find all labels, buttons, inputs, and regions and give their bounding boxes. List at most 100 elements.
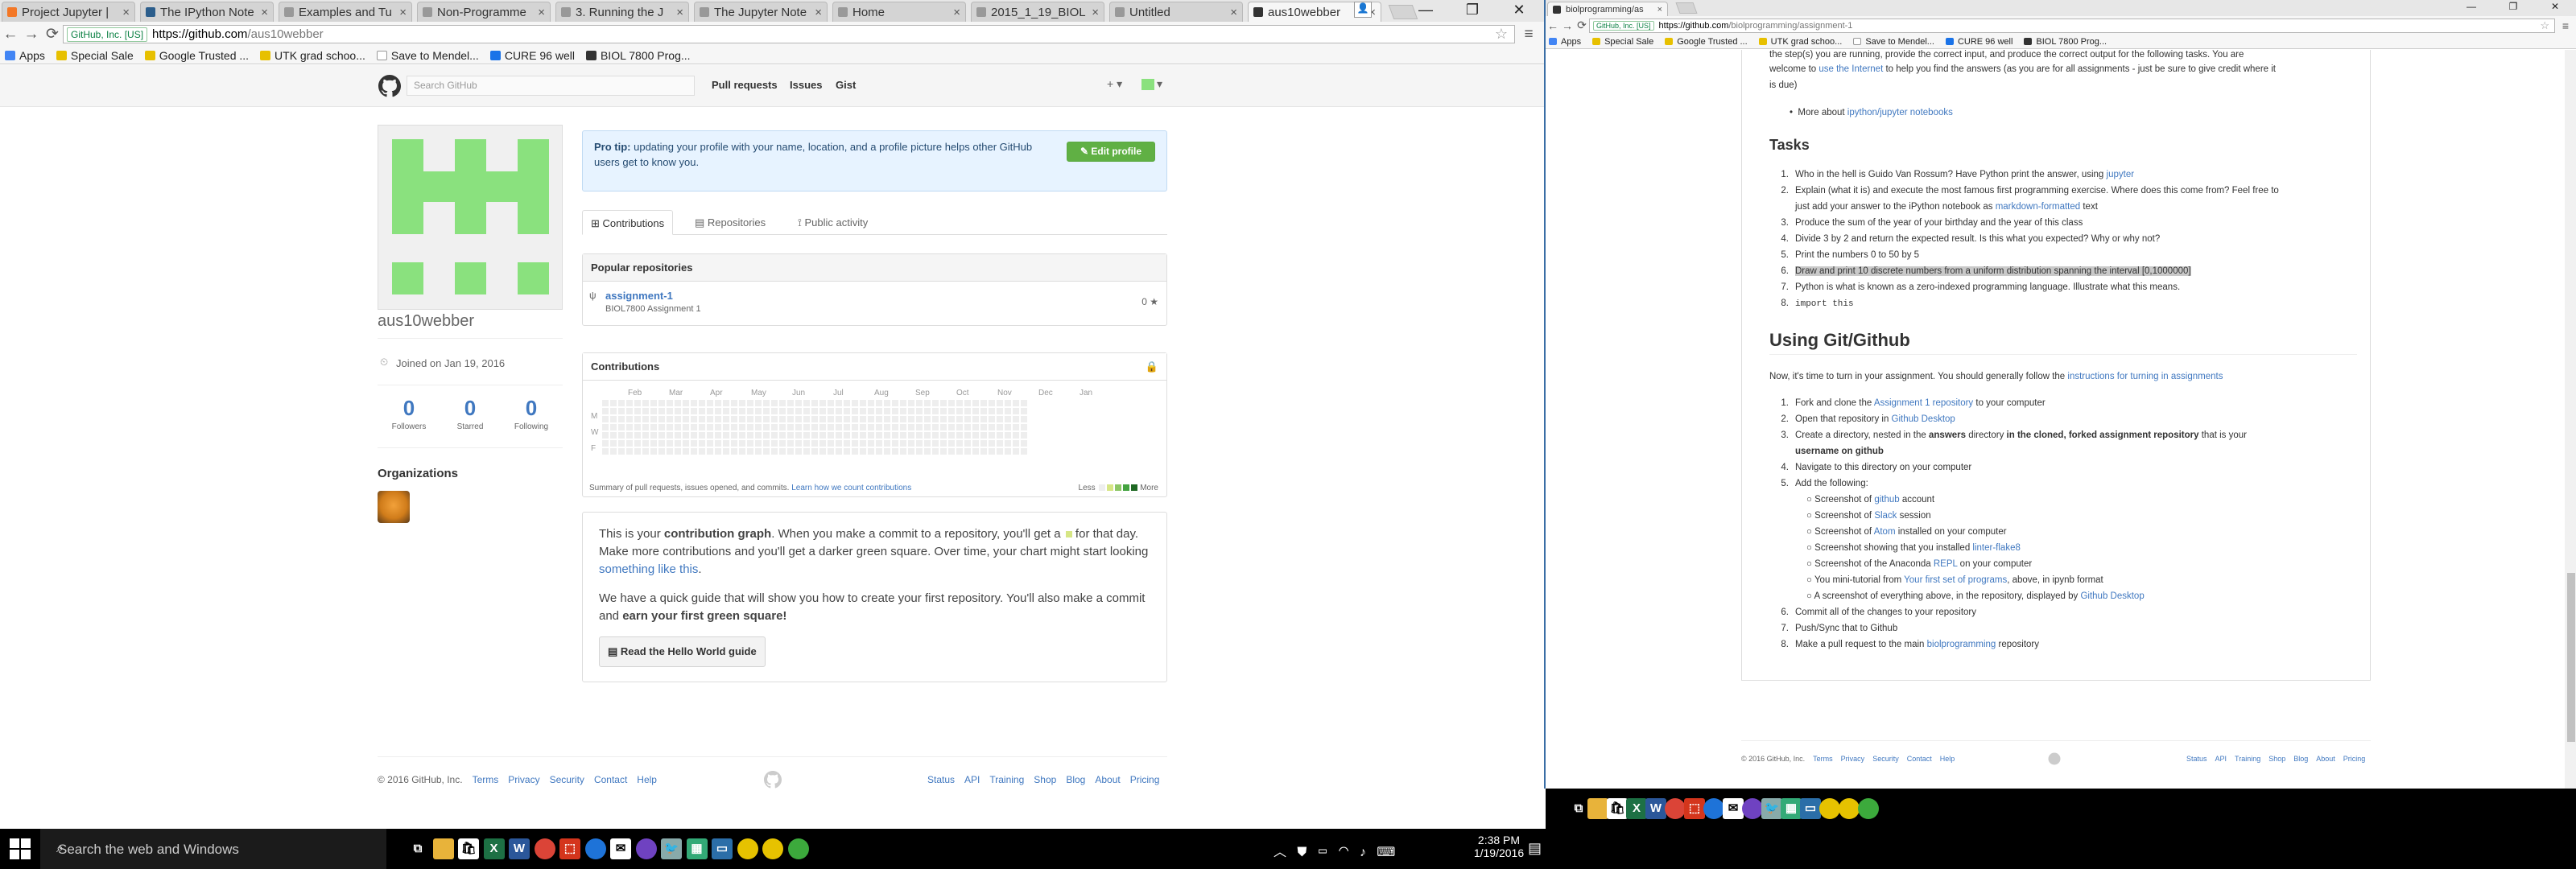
notifications-icon[interactable]: ▤: [1528, 840, 1542, 857]
tab-close-icon[interactable]: ×: [538, 6, 545, 19]
browser-tab-1[interactable]: The IPython Note ×: [140, 2, 274, 22]
address-bar[interactable]: GitHub, Inc. [US] https://github.com/aus…: [63, 25, 1515, 43]
sub-link[interactable]: Your first set of programs: [1904, 575, 2007, 585]
right-reload-button[interactable]: ⟳: [1575, 19, 1589, 32]
app-icon-bird[interactable]: 🐦: [1761, 798, 1782, 819]
app-icon-image[interactable]: ▦: [1781, 798, 1802, 819]
chrome-icon[interactable]: [1665, 798, 1686, 819]
nav-issues[interactable]: Issues: [790, 79, 822, 91]
use-internet-link[interactable]: use the Internet: [1818, 64, 1883, 74]
right-footer-link-blog[interactable]: Blog: [2293, 755, 2308, 763]
stat-starred[interactable]: 0 Starred: [446, 396, 494, 431]
sub-link[interactable]: Slack: [1874, 511, 1897, 521]
browser-tab-2[interactable]: Examples and Tu ×: [279, 2, 412, 22]
something-like-this-link[interactable]: something like this: [599, 562, 698, 576]
app-icon-green[interactable]: [1858, 798, 1879, 819]
step-link[interactable]: Github Desktop: [1892, 414, 1955, 424]
tab-repositories[interactable]: ▤ Repositories: [687, 210, 774, 235]
excel-icon[interactable]: X: [1626, 798, 1647, 819]
sub-link[interactable]: Atom: [1874, 527, 1896, 537]
sub-link[interactable]: github: [1874, 495, 1899, 505]
tab-close-icon[interactable]: ×: [399, 6, 407, 19]
tab-close-icon[interactable]: ×: [122, 6, 130, 19]
mail-icon[interactable]: ✉: [610, 838, 631, 859]
right-footer-link-training[interactable]: Training: [2235, 755, 2260, 763]
bookmark-4[interactable]: Save to Mendel...: [376, 49, 479, 62]
bookmark-0[interactable]: Apps: [1549, 37, 1581, 47]
chrome-icon[interactable]: [534, 838, 555, 859]
reload-button[interactable]: ⟳: [42, 25, 63, 43]
tab-close-icon[interactable]: ×: [1230, 6, 1237, 19]
github-footer-logo-icon[interactable]: [764, 771, 782, 789]
app-icon-bird[interactable]: 🐦: [661, 838, 682, 859]
browser-tab-3[interactable]: Non-Programme ×: [417, 2, 551, 22]
github-desktop-icon[interactable]: [635, 838, 657, 859]
bookmark-1[interactable]: Special Sale: [1592, 37, 1653, 47]
right-address-bar[interactable]: GitHub, Inc. [US] https://github.com/bio…: [1589, 18, 2555, 33]
app-icon-shield[interactable]: [1819, 798, 1840, 819]
browser-tab-6[interactable]: Home ×: [832, 2, 966, 22]
tab-close-icon[interactable]: ×: [1092, 6, 1099, 19]
task-link[interactable]: markdown-formatted: [1996, 202, 2080, 212]
step-link[interactable]: biolprogramming: [1927, 640, 1996, 649]
browser-tab-4[interactable]: 3. Running the J ×: [555, 2, 689, 22]
turning-in-instructions-link[interactable]: instructions for turning in assignments: [2067, 372, 2223, 381]
task-link[interactable]: jupyter: [2107, 170, 2135, 179]
right-forward-button[interactable]: →: [1560, 19, 1575, 32]
right-maximize-button[interactable]: ❐: [2492, 0, 2534, 14]
right-footer-link-privacy[interactable]: Privacy: [1841, 755, 1865, 763]
right-back-button[interactable]: ←: [1546, 19, 1560, 32]
minimize-button[interactable]: —: [1402, 0, 1449, 21]
hello-world-guide-button[interactable]: ▤ Read the Hello World guide: [599, 636, 766, 667]
bookmark-6[interactable]: BIOL 7800 Prog...: [2024, 37, 2107, 47]
edit-profile-button[interactable]: ✎ Edit profile: [1067, 142, 1155, 162]
terminal-icon[interactable]: ▭: [712, 838, 733, 859]
footer-link-contact[interactable]: Contact: [594, 774, 627, 785]
step-link[interactable]: Assignment 1 repository: [1874, 398, 1973, 408]
right-footer-link-terms[interactable]: Terms: [1813, 755, 1833, 763]
bookmark-star-icon[interactable]: ☆: [1495, 26, 1508, 43]
learn-contributions-link[interactable]: Learn how we count contributions: [791, 484, 911, 492]
repo-link-assignment-1[interactable]: assignment-1: [605, 290, 673, 302]
file-explorer-icon[interactable]: [1587, 798, 1608, 819]
bookmark-4[interactable]: Save to Mendel...: [1853, 37, 1934, 47]
bookmark-2[interactable]: Google Trusted ...: [1665, 37, 1748, 47]
right-bookmark-star-icon[interactable]: ☆: [2540, 19, 2549, 32]
app-icon-image[interactable]: ▦: [686, 838, 708, 859]
footer-link-blog[interactable]: Blog: [1066, 774, 1085, 785]
terminal-icon[interactable]: ▭: [1800, 798, 1821, 819]
right-footer-link-security[interactable]: Security: [1872, 755, 1899, 763]
right-tab[interactable]: biolprogramming/as ×: [1547, 2, 1668, 16]
bookmark-3[interactable]: UTK grad schoo...: [260, 49, 365, 62]
stat-followers[interactable]: 0 Followers: [385, 396, 433, 431]
right-footer-link-help[interactable]: Help: [1940, 755, 1955, 763]
sub-link[interactable]: REPL: [1934, 559, 1958, 569]
ipython-notebooks-link[interactable]: ipython/jupyter notebooks: [1847, 108, 1953, 117]
bookmark-3[interactable]: UTK grad schoo...: [1758, 37, 1842, 47]
tab-close-icon[interactable]: ×: [1657, 5, 1662, 14]
cortana-search-box[interactable]: ⌕ Search the web and Windows: [40, 829, 386, 869]
right-footer-link-pricing[interactable]: Pricing: [2343, 755, 2366, 763]
footer-link-about[interactable]: About: [1095, 774, 1120, 785]
close-window-button[interactable]: ✕: [1496, 0, 1542, 21]
user-profile-icon[interactable]: 👤: [1354, 2, 1372, 18]
app-icon-blue[interactable]: [584, 838, 606, 859]
browser-tab-7[interactable]: 2015_1_19_BIOL ×: [971, 2, 1104, 22]
forward-button[interactable]: →: [21, 26, 42, 43]
tab-close-icon[interactable]: ×: [676, 6, 683, 19]
bookmark-6[interactable]: BIOL 7800 Prog...: [585, 49, 691, 62]
browser-tab-5[interactable]: The Jupyter Note ×: [694, 2, 828, 22]
footer-link-shop[interactable]: Shop: [1034, 774, 1056, 785]
bookmark-1[interactable]: Special Sale: [56, 49, 134, 62]
footer-link-api[interactable]: API: [964, 774, 980, 785]
word-icon[interactable]: W: [509, 838, 530, 859]
footer-link-terms[interactable]: Terms: [473, 774, 499, 785]
tray-icons[interactable]: ︿ ⛊ ▭ ◠ ♪ ⌨: [1274, 841, 1395, 860]
tab-contributions[interactable]: ⊞ Contributions: [582, 210, 674, 235]
app-icon-yellow[interactable]: [762, 838, 783, 859]
sub-link[interactable]: linter-flake8: [1972, 543, 2020, 553]
footer-link-privacy[interactable]: Privacy: [508, 774, 539, 785]
tab-close-icon[interactable]: ×: [953, 6, 960, 19]
right-close-button[interactable]: ✕: [2534, 0, 2576, 14]
nav-gist[interactable]: Gist: [836, 79, 856, 91]
